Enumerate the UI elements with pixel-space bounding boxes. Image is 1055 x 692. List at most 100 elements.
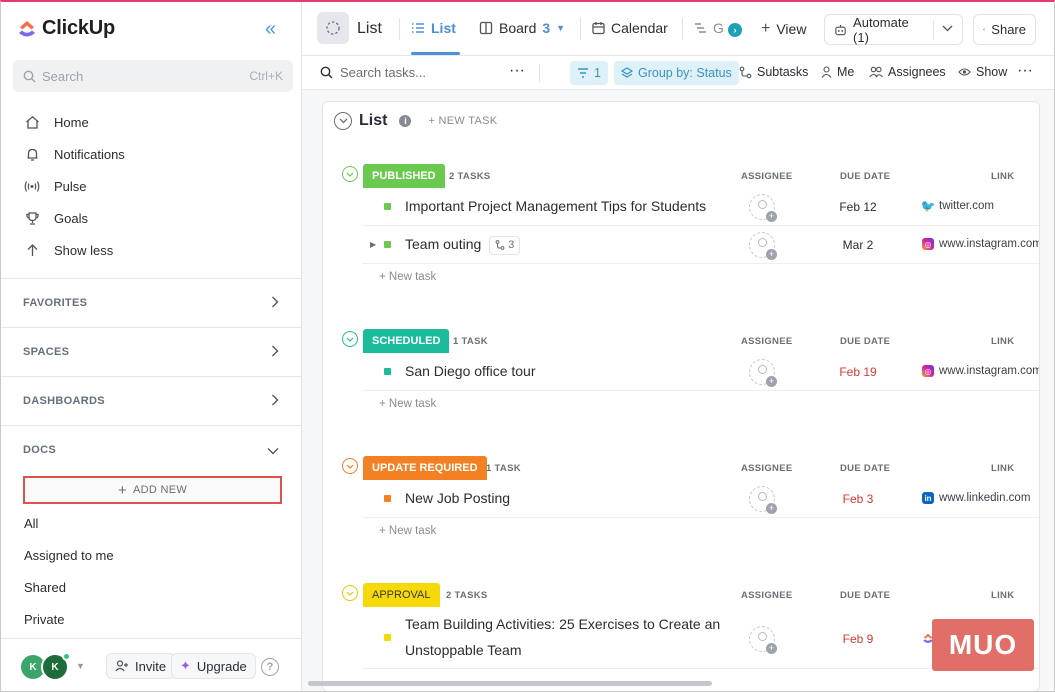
task-name[interactable]: Important Project Management Tips for St… bbox=[405, 193, 706, 219]
col-link-header[interactable]: LINK bbox=[991, 590, 1014, 601]
col-assignee-header[interactable]: ASSIGNEE bbox=[741, 463, 793, 474]
table-row[interactable]: Important Project Management Tips for St… bbox=[363, 188, 1039, 226]
due-date[interactable]: Mar 2 bbox=[813, 238, 903, 252]
tab-calendar[interactable]: Calendar bbox=[592, 20, 668, 36]
due-date[interactable]: Feb 3 bbox=[813, 492, 903, 506]
status-square[interactable] bbox=[384, 241, 391, 248]
task-link[interactable]: ◎ www.instagram.com bbox=[922, 365, 1039, 377]
col-link-header[interactable]: LINK bbox=[991, 463, 1014, 474]
status-square[interactable] bbox=[384, 634, 391, 641]
col-assignee-header[interactable]: ASSIGNEE bbox=[741, 171, 793, 182]
collapse-sidebar-icon[interactable]: « bbox=[265, 18, 276, 41]
add-view-button[interactable]: + View bbox=[761, 20, 806, 38]
list-status-icon[interactable] bbox=[317, 12, 349, 44]
table-row[interactable]: ▶ Team outing 3 Mar 2 ◎ bbox=[363, 226, 1039, 264]
task-name[interactable]: San Diego office tour bbox=[405, 358, 536, 384]
invite-button[interactable]: Invite bbox=[106, 653, 176, 679]
home-icon bbox=[23, 115, 41, 130]
upgrade-button[interactable]: ✦ Upgrade bbox=[171, 653, 256, 679]
table-row[interactable]: San Diego office tour Feb 19 ◎ www.insta… bbox=[363, 353, 1039, 391]
task-link[interactable]: 🐦 twitter.com bbox=[921, 199, 994, 213]
caret-down-icon[interactable]: ▼ bbox=[76, 661, 85, 671]
tab-list[interactable]: List bbox=[411, 20, 456, 36]
chevron-down-icon[interactable] bbox=[942, 24, 953, 35]
section-favorites[interactable]: FAVORITES bbox=[1, 278, 301, 327]
more-options-icon[interactable]: ··· bbox=[1017, 62, 1033, 80]
col-link-header[interactable]: LINK bbox=[991, 171, 1014, 182]
show-button[interactable]: Show bbox=[958, 65, 1007, 79]
col-due-header[interactable]: DUE DATE bbox=[840, 590, 890, 601]
nav-notifications[interactable]: Notifications bbox=[23, 138, 125, 170]
tab-gantt[interactable]: G bbox=[694, 20, 724, 36]
assignee-placeholder-icon[interactable] bbox=[749, 359, 777, 387]
col-link-header[interactable]: LINK bbox=[991, 336, 1014, 347]
more-options-icon[interactable]: ··· bbox=[509, 62, 525, 80]
status-label[interactable]: UPDATE REQUIRED bbox=[363, 456, 487, 480]
col-due-header[interactable]: DUE DATE bbox=[840, 171, 890, 182]
sidebar-search[interactable]: Search Ctrl+K bbox=[13, 60, 293, 92]
status-label[interactable]: SCHEDULED bbox=[363, 329, 450, 353]
collapse-group-icon[interactable] bbox=[342, 458, 358, 474]
collapse-group-icon[interactable] bbox=[342, 166, 358, 182]
scroll-tabs-right-icon[interactable]: › bbox=[728, 23, 742, 37]
tab-board[interactable]: Board 3 ▼ bbox=[479, 20, 565, 36]
section-spaces[interactable]: SPACES bbox=[1, 327, 301, 376]
help-icon[interactable]: ? bbox=[261, 658, 279, 676]
tab-calendar-label: Calendar bbox=[611, 20, 668, 36]
add-task-button[interactable]: + New task bbox=[379, 271, 436, 283]
info-icon[interactable]: i bbox=[399, 115, 412, 127]
task-name[interactable]: New Job Posting bbox=[405, 485, 510, 511]
col-due-header[interactable]: DUE DATE bbox=[840, 336, 890, 347]
due-date[interactable]: Feb 19 bbox=[813, 365, 903, 379]
col-assignee-header[interactable]: ASSIGNEE bbox=[741, 590, 793, 601]
col-assignee-header[interactable]: ASSIGNEE bbox=[741, 336, 793, 347]
docs-filter-assigned[interactable]: Assigned to me bbox=[24, 540, 114, 572]
task-link[interactable]: in www.linkedin.com bbox=[922, 492, 1030, 504]
docs-filter-shared[interactable]: Shared bbox=[24, 572, 114, 604]
assignees-button[interactable]: Assignees bbox=[869, 65, 946, 79]
automate-button[interactable]: Automate (1) bbox=[824, 14, 963, 45]
docs-filter-private[interactable]: Private bbox=[24, 604, 114, 636]
assignee-placeholder-icon[interactable] bbox=[749, 486, 777, 514]
add-new-doc-button[interactable]: + ADD NEW bbox=[23, 476, 282, 504]
nav-goals[interactable]: Goals bbox=[23, 202, 125, 234]
new-task-button[interactable]: + NEW TASK bbox=[428, 115, 497, 127]
subtasks-button[interactable]: Subtasks bbox=[739, 65, 808, 79]
brand-name: ClickUp bbox=[42, 17, 116, 39]
assignee-placeholder-icon[interactable] bbox=[749, 232, 777, 260]
task-search[interactable]: Search tasks... bbox=[320, 65, 426, 80]
assignee-placeholder-icon[interactable] bbox=[749, 626, 777, 654]
nav-home[interactable]: Home bbox=[23, 106, 125, 138]
status-label[interactable]: APPROVAL bbox=[363, 583, 440, 607]
table-row[interactable]: New Job Posting Feb 3 in www.linkedin.co… bbox=[363, 480, 1039, 518]
section-dashboards[interactable]: DASHBOARDS bbox=[1, 376, 301, 425]
subtask-count-badge[interactable]: 3 bbox=[489, 235, 521, 255]
due-date[interactable]: Feb 9 bbox=[813, 632, 903, 646]
status-square[interactable] bbox=[384, 368, 391, 375]
task-link[interactable]: ◎ www.instagram.com bbox=[922, 238, 1039, 250]
task-name[interactable]: Team outing bbox=[405, 236, 481, 252]
status-label[interactable]: PUBLISHED bbox=[363, 164, 445, 188]
status-square[interactable] bbox=[384, 495, 391, 502]
col-due-header[interactable]: DUE DATE bbox=[840, 463, 890, 474]
docs-filter-all[interactable]: All bbox=[24, 508, 114, 540]
collapse-group-icon[interactable] bbox=[342, 331, 358, 347]
horizontal-scrollbar[interactable] bbox=[308, 681, 712, 686]
add-task-button[interactable]: + New task bbox=[379, 525, 436, 537]
group-by-button[interactable]: Group by: Status bbox=[614, 61, 739, 85]
expand-subtasks-icon[interactable]: ▶ bbox=[370, 240, 376, 249]
me-filter-button[interactable]: Me bbox=[821, 65, 854, 79]
status-square[interactable] bbox=[384, 203, 391, 210]
section-docs[interactable]: DOCS bbox=[1, 425, 301, 474]
filter-button[interactable]: 1 bbox=[570, 61, 608, 85]
due-date[interactable]: Feb 12 bbox=[813, 200, 903, 214]
task-name[interactable]: Team Building Activities: 25 Exercises t… bbox=[405, 611, 720, 663]
clickup-logo[interactable]: ClickUp bbox=[17, 17, 115, 40]
nav-show-less[interactable]: Show less bbox=[23, 234, 125, 266]
collapse-list-icon[interactable] bbox=[334, 112, 352, 130]
collapse-group-icon[interactable] bbox=[342, 585, 358, 601]
add-task-button[interactable]: + New task bbox=[379, 398, 436, 410]
share-button[interactable]: Share bbox=[973, 14, 1036, 45]
nav-pulse[interactable]: Pulse bbox=[23, 170, 125, 202]
assignee-placeholder-icon[interactable] bbox=[749, 194, 777, 222]
